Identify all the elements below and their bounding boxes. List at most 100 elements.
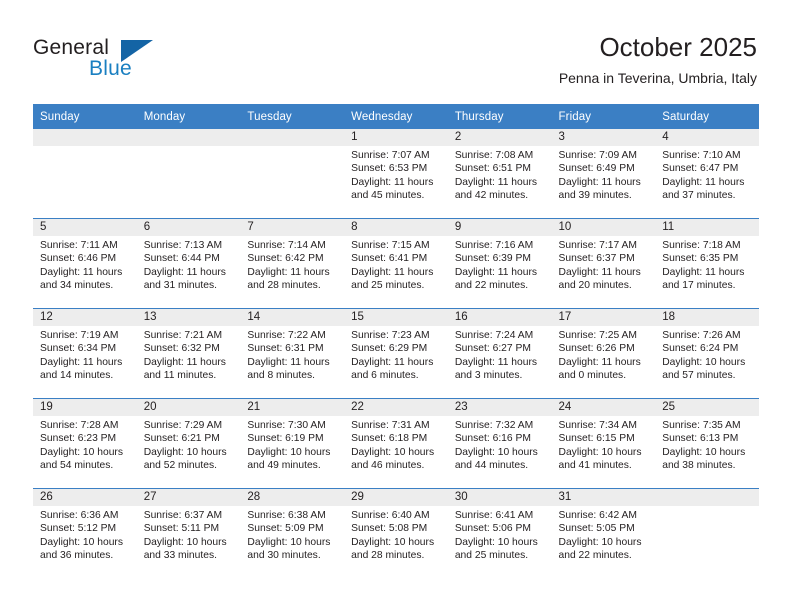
sunrise-text: Sunrise: 7:10 AM [662,150,741,161]
day-number: 6 [136,219,241,236]
day-number: 31 [551,489,656,506]
sunset-text: Sunset: 5:05 PM [558,523,635,535]
calendar-cell[interactable]: 17 Sunrise: 7:25 AM Sunset: 6:26 PM Dayl… [551,308,656,399]
day-details: Sunrise: 7:25 AM Sunset: 6:26 PM Dayligh… [552,326,656,383]
daylight-text-line1: Daylight: 11 hours [247,356,330,368]
weekday-header-sunday: Sunday [33,104,137,129]
calendar-cell[interactable]: 1 Sunrise: 7:07 AM Sunset: 6:53 PM Dayli… [344,129,448,219]
calendar-cell[interactable]: 15 Sunrise: 7:23 AM Sunset: 6:29 PM Dayl… [344,308,448,399]
daylight-text-line1: Daylight: 11 hours [454,266,538,278]
day-number: 7 [240,219,345,236]
day-number [136,129,241,146]
sunrise-text: Sunrise: 7:25 AM [558,330,637,341]
sunset-text: Sunset: 6:24 PM [662,343,739,355]
calendar-cell[interactable]: 10 Sunrise: 7:17 AM Sunset: 6:37 PM Dayl… [551,218,656,309]
calendar-cell[interactable]: 24 Sunrise: 7:34 AM Sunset: 6:15 PM Dayl… [551,398,656,489]
calendar-cell[interactable]: 9 Sunrise: 7:16 AM Sunset: 6:39 PM Dayli… [447,218,552,309]
day-details [33,146,137,149]
sunrise-text: Sunrise: 7:30 AM [247,420,326,431]
sunset-text: Sunset: 6:34 PM [40,343,117,355]
calendar-cell[interactable]: 27 Sunrise: 6:37 AM Sunset: 5:11 PM Dayl… [136,488,241,578]
daylight-text-line1: Daylight: 10 hours [247,446,331,458]
day-number: 23 [447,399,552,416]
calendar-cell[interactable]: 30 Sunrise: 6:41 AM Sunset: 5:06 PM Dayl… [447,488,552,578]
calendar-cell[interactable]: 3 Sunrise: 7:09 AM Sunset: 6:49 PM Dayli… [551,129,656,219]
day-number: 19 [33,399,137,416]
sunset-text: Sunset: 6:27 PM [454,343,531,355]
calendar-cell[interactable] [655,488,759,578]
calendar-cell[interactable]: 19 Sunrise: 7:28 AM Sunset: 6:23 PM Dayl… [33,398,137,489]
daylight-text-line1: Daylight: 10 hours [454,446,538,458]
calendar-cell[interactable]: 28 Sunrise: 6:38 AM Sunset: 5:09 PM Dayl… [240,488,345,578]
calendar-cell[interactable]: 23 Sunrise: 7:32 AM Sunset: 6:16 PM Dayl… [447,398,552,489]
calendar-cell[interactable]: 7 Sunrise: 7:14 AM Sunset: 6:42 PM Dayli… [240,218,345,309]
day-details: Sunrise: 6:41 AM Sunset: 5:06 PM Dayligh… [448,506,552,563]
sunrise-text: Sunrise: 6:41 AM [454,510,534,521]
calendar-cell[interactable]: 29 Sunrise: 6:40 AM Sunset: 5:08 PM Dayl… [344,488,448,578]
calendar-cell[interactable]: 6 Sunrise: 7:13 AM Sunset: 6:44 PM Dayli… [136,218,241,309]
calendar-cell[interactable]: 12 Sunrise: 7:19 AM Sunset: 6:34 PM Dayl… [33,308,137,399]
sunrise-text: Sunrise: 7:15 AM [351,240,430,251]
sunrise-text: Sunrise: 7:11 AM [40,240,118,251]
day-number: 21 [240,399,345,416]
calendar-cell[interactable]: 26 Sunrise: 6:36 AM Sunset: 5:12 PM Dayl… [33,488,137,578]
calendar-cell[interactable]: 8 Sunrise: 7:15 AM Sunset: 6:41 PM Dayli… [344,218,448,309]
calendar-cell[interactable]: 21 Sunrise: 7:30 AM Sunset: 6:19 PM Dayl… [240,398,345,489]
sunset-text: Sunset: 5:06 PM [454,523,531,535]
day-details: Sunrise: 7:35 AM Sunset: 6:13 PM Dayligh… [655,416,759,473]
daylight-text-line2: and 36 minutes. [40,550,114,562]
daylight-text-line2: and 28 minutes. [351,550,425,562]
daylight-text-line2: and 3 minutes. [454,370,523,382]
page-header: General Blue October 2025 Penna in Tever… [0,0,792,100]
day-details: Sunrise: 7:15 AM Sunset: 6:41 PM Dayligh… [344,236,448,293]
sunset-text: Sunset: 5:09 PM [247,523,324,535]
day-details: Sunrise: 7:31 AM Sunset: 6:18 PM Dayligh… [344,416,448,473]
daylight-text-line2: and 11 minutes. [143,370,217,382]
day-number: 2 [447,129,552,146]
calendar-cell[interactable]: 5 Sunrise: 7:11 AM Sunset: 6:46 PM Dayli… [33,218,137,309]
daylight-text-line2: and 17 minutes. [662,280,736,292]
calendar-body: 1 Sunrise: 7:07 AM Sunset: 6:53 PM Dayli… [33,129,759,578]
calendar-cell[interactable]: 20 Sunrise: 7:29 AM Sunset: 6:21 PM Dayl… [136,398,241,489]
daylight-text-line2: and 54 minutes. [40,460,114,472]
day-details: Sunrise: 7:21 AM Sunset: 6:32 PM Dayligh… [137,326,241,383]
calendar-cell[interactable] [33,129,137,219]
calendar-cell[interactable]: 4 Sunrise: 7:10 AM Sunset: 6:47 PM Dayli… [655,129,759,219]
sunset-text: Sunset: 6:47 PM [662,163,739,175]
day-number: 1 [344,129,448,146]
daylight-text-line2: and 22 minutes. [454,280,529,292]
day-number [33,129,137,146]
sunrise-text: Sunrise: 7:29 AM [143,420,223,431]
daylight-text-line2: and 25 minutes. [351,280,425,292]
day-details: Sunrise: 6:37 AM Sunset: 5:11 PM Dayligh… [137,506,241,563]
day-number: 13 [136,309,241,326]
calendar-cell[interactable]: 22 Sunrise: 7:31 AM Sunset: 6:18 PM Dayl… [344,398,448,489]
calendar-cell[interactable]: 16 Sunrise: 7:24 AM Sunset: 6:27 PM Dayl… [447,308,552,399]
calendar-cell[interactable]: 2 Sunrise: 7:08 AM Sunset: 6:51 PM Dayli… [447,129,552,219]
day-details: Sunrise: 7:32 AM Sunset: 6:16 PM Dayligh… [448,416,552,473]
day-number [655,489,759,506]
daylight-text-line2: and 0 minutes. [558,370,627,382]
day-details [655,506,759,509]
sunrise-text: Sunrise: 7:23 AM [351,330,430,341]
daylight-text-line1: Daylight: 10 hours [662,446,746,458]
day-details: Sunrise: 7:16 AM Sunset: 6:39 PM Dayligh… [448,236,552,293]
calendar-cell[interactable]: 13 Sunrise: 7:21 AM Sunset: 6:32 PM Dayl… [136,308,241,399]
calendar-cell[interactable]: 18 Sunrise: 7:26 AM Sunset: 6:24 PM Dayl… [655,308,759,399]
calendar-cell[interactable]: 14 Sunrise: 7:22 AM Sunset: 6:31 PM Dayl… [240,308,345,399]
daylight-text-line2: and 25 minutes. [454,550,529,562]
calendar-cell[interactable] [136,129,241,219]
daylight-text-line1: Daylight: 11 hours [454,176,538,188]
calendar-cell[interactable] [240,129,345,219]
brand-logo[interactable]: General Blue [33,36,213,84]
sunrise-text: Sunrise: 7:35 AM [662,420,741,431]
day-details: Sunrise: 7:08 AM Sunset: 6:51 PM Dayligh… [448,146,552,203]
day-number: 12 [33,309,137,326]
calendar-cell[interactable]: 11 Sunrise: 7:18 AM Sunset: 6:35 PM Dayl… [655,218,759,309]
calendar-cell[interactable]: 31 Sunrise: 6:42 AM Sunset: 5:05 PM Dayl… [551,488,656,578]
daylight-text-line2: and 45 minutes. [351,190,425,202]
sunrise-text: Sunrise: 6:37 AM [143,510,223,521]
day-number: 22 [344,399,448,416]
calendar-cell[interactable]: 25 Sunrise: 7:35 AM Sunset: 6:13 PM Dayl… [655,398,759,489]
weekday-header-friday: Friday [551,104,656,129]
